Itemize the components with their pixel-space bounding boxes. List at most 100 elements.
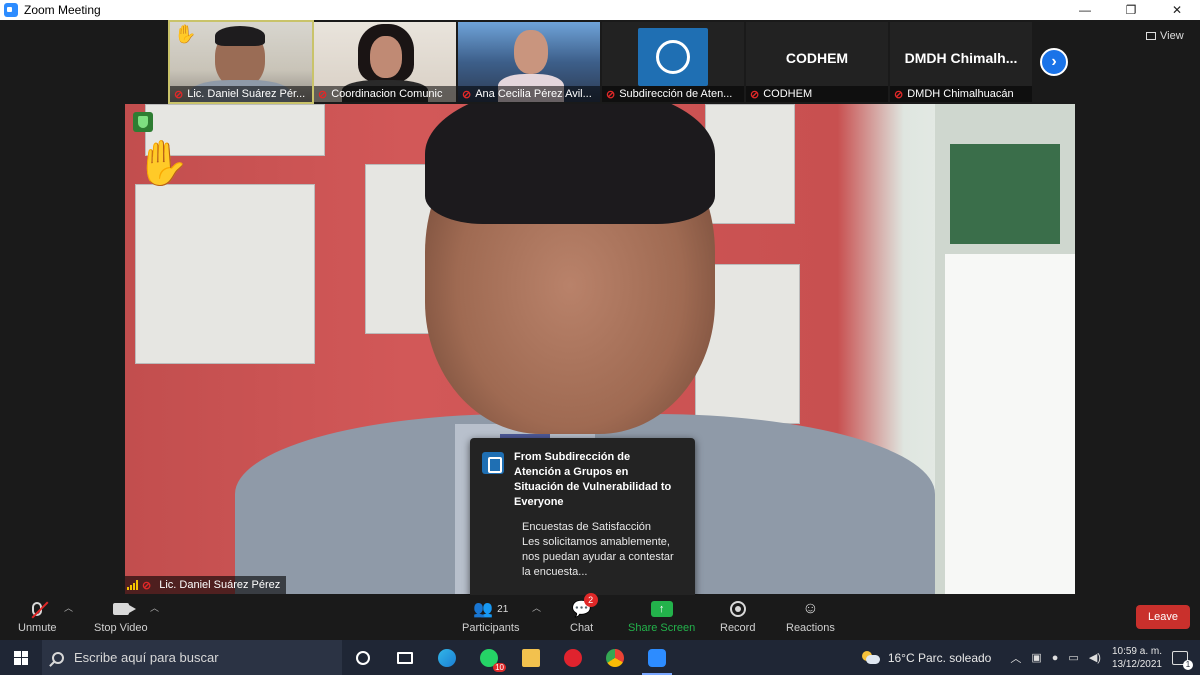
thumbnail-label: ⊘ Ana Cecilia Pérez Avil... (458, 86, 600, 102)
background-window (945, 254, 1075, 594)
meeting-controls-toolbar: Unmute ︿ Stop Video ︿ 👥 21 Participants ︿… (0, 593, 1200, 640)
participants-options-chevron-icon[interactable]: ︿ (532, 601, 541, 614)
cortana-circle-icon[interactable] (342, 640, 384, 675)
restore-button[interactable]: ❐ (1108, 0, 1154, 20)
raise-hand-icon: ✋ (135, 139, 190, 188)
thumbnail-daniel-suarez[interactable]: ✋ ⊘ Lic. Daniel Suárez Pér... (168, 20, 314, 104)
taskbar-clock[interactable]: 10:59 a. m. 13/12/2021 (1112, 645, 1162, 671)
thumbnail-dmdh[interactable]: DMDH Chimalh... ⊘ DMDH Chimalhuacán (890, 22, 1032, 102)
thumbnail-coordinacion[interactable]: ⊘ Coordinacion Comunic (314, 22, 456, 102)
video-options-chevron-icon[interactable]: ︿ (150, 601, 159, 614)
meeting-stage: ✋ ⊘ Lic. Daniel Suárez Pér... ⊘ Coordinaci… (0, 20, 1200, 610)
stop-video-label: Stop Video (94, 622, 148, 634)
connection-signal-icon (127, 580, 138, 590)
reactions-label: Reactions (786, 622, 835, 634)
thumbnail-codhem[interactable]: CODHEM ⊘ CODHEM (746, 22, 888, 102)
smiley-plus-icon: ☺ (802, 600, 819, 617)
muted-mic-icon: ⊘ (894, 88, 904, 101)
muted-mic-icon: ⊘ (174, 88, 184, 101)
thumbnail-name: Coordinacion Comunic (331, 88, 443, 100)
thumbnail-name: Lic. Daniel Suárez Pér... (187, 88, 306, 100)
zoom-taskbar-icon[interactable] (636, 640, 678, 675)
share-screen-label: Share Screen (628, 622, 696, 634)
wall-poster (135, 184, 315, 364)
thumbnail-name: CODHEM (763, 88, 813, 100)
search-placeholder: Escribe aquí para buscar (74, 650, 219, 665)
muted-mic-icon: ⊘ (318, 88, 328, 101)
wall-poster (705, 104, 795, 224)
file-explorer-icon[interactable] (510, 640, 552, 675)
participants-icon: 👥 21 (473, 601, 509, 618)
clock-date: 13/12/2021 (1111, 658, 1162, 670)
show-hidden-icons-chevron-icon[interactable]: ︿ (1010, 650, 1021, 666)
unmute-button[interactable]: Unmute (18, 599, 57, 634)
muted-mic-icon: ⊘ (606, 88, 616, 101)
stop-video-button[interactable]: Stop Video (94, 599, 148, 634)
thumbnail-name: DMDH Chimalhuacán (907, 88, 1014, 100)
window-controls: — ❐ ✕ (1062, 0, 1200, 20)
thumbnail-ana-cecilia[interactable]: ⊘ Ana Cecilia Pérez Avil... (458, 22, 600, 102)
chat-button[interactable]: 💬 2 Chat (570, 593, 598, 634)
active-speaker-label: ⊘ Lic. Daniel Suárez Pérez (125, 576, 287, 594)
security-shield-icon[interactable] (133, 112, 153, 132)
edge-browser-icon[interactable] (426, 640, 468, 675)
whatsapp-badge: 10 (493, 663, 506, 672)
view-button[interactable]: View (1146, 30, 1184, 42)
search-icon (52, 651, 64, 664)
thumbnail-big-name: DMDH Chimalh... (904, 50, 1018, 66)
reactions-button[interactable]: ☺ Reactions (786, 599, 835, 634)
chat-notification-toast[interactable]: From Subdirección de Atención a Grupos e… (470, 438, 695, 610)
muted-mic-icon: ⊘ (142, 579, 152, 592)
volume-icon[interactable]: ◀) (1089, 651, 1101, 664)
raise-hand-icon: ✋ (174, 24, 197, 44)
zoom-app-icon (4, 3, 18, 17)
microphone-tray-icon[interactable]: ● (1052, 652, 1059, 664)
participants-count: 21 (497, 603, 509, 615)
minimize-button[interactable]: — (1062, 0, 1108, 20)
leave-button[interactable]: Leave (1136, 605, 1190, 629)
close-button[interactable]: ✕ (1154, 0, 1200, 20)
background-cabinet (950, 144, 1060, 244)
participant-thumbnail-strip: ✋ ⊘ Lic. Daniel Suárez Pér... ⊘ Coordinaci… (168, 20, 1032, 104)
thumbnail-label: ⊘ Coordinacion Comunic (314, 86, 456, 102)
participants-button[interactable]: 👥 21 Participants (462, 599, 519, 634)
view-label: View (1160, 30, 1184, 42)
record-icon (729, 599, 746, 619)
record-label: Record (720, 622, 756, 634)
audio-options-chevron-icon[interactable]: ︿ (64, 601, 73, 614)
task-view-icon[interactable] (384, 640, 426, 675)
windows-taskbar: Escribe aquí para buscar 10 16°C Parc. s… (0, 640, 1200, 675)
toast-header: From Subdirección de Atención a Grupos e… (482, 450, 683, 510)
participants-label: Participants (462, 622, 520, 634)
video-camera-icon (112, 599, 136, 619)
thumbnail-label: ⊘ Subdirección de Aten... (602, 86, 744, 102)
grid-view-icon (1146, 32, 1156, 40)
taskbar-search-box[interactable]: Escribe aquí para buscar (42, 640, 342, 675)
toast-sender: From Subdirección de Atención a Grupos e… (514, 451, 672, 508)
thumbnail-label: ⊘ CODHEM (746, 86, 888, 102)
next-page-chevron-icon[interactable]: › (1040, 48, 1068, 76)
share-screen-button[interactable]: ↑ Share Screen (628, 599, 695, 634)
weather-icon[interactable] (861, 650, 880, 665)
network-icon[interactable]: ▭ (1068, 651, 1078, 664)
thumbnail-name: Subdirección de Aten... (619, 88, 733, 100)
whatsapp-icon[interactable]: 10 (468, 640, 510, 675)
device-icon[interactable]: ▣ (1031, 651, 1041, 664)
thumbnail-big-name: CODHEM (785, 50, 849, 66)
clock-time: 10:59 a. m. (1111, 645, 1162, 657)
subdireccion-logo-icon (656, 40, 690, 74)
chat-label: Chat (570, 622, 594, 634)
windows-start-icon[interactable] (0, 640, 42, 675)
speaker-hair (425, 104, 715, 224)
chat-bubble-icon: 💬 2 (572, 593, 598, 619)
muted-mic-icon: ⊘ (462, 88, 472, 101)
unmute-label: Unmute (18, 622, 57, 634)
notifications-icon[interactable]: 1 (1172, 650, 1193, 670)
window-title: Zoom Meeting (24, 3, 101, 17)
opera-browser-icon[interactable] (552, 640, 594, 675)
weather-text[interactable]: 16°C Parc. soleado (888, 651, 992, 665)
thumbnail-subdireccion[interactable]: ⊘ Subdirección de Aten... (602, 22, 744, 102)
window-titlebar: Zoom Meeting — ❐ ✕ (0, 0, 1200, 20)
record-button[interactable]: Record (720, 599, 755, 634)
chrome-browser-icon[interactable] (594, 640, 636, 675)
